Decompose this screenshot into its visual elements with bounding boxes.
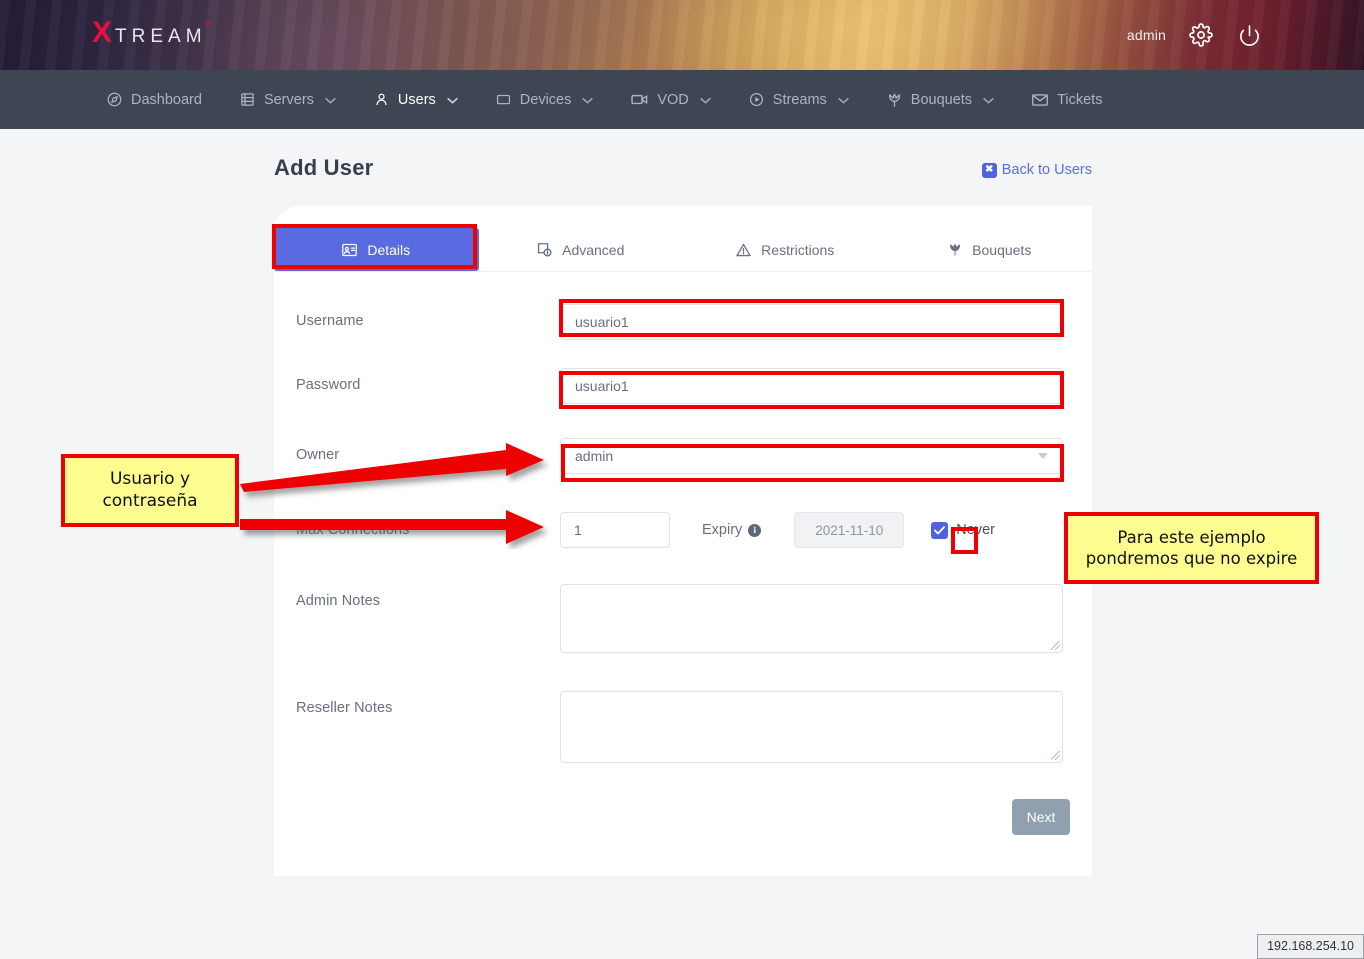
nav-label-bouquets: Bouquets <box>911 92 972 108</box>
page-body: Add User ✖ Back to Users <box>0 129 1364 959</box>
tab-label-bouquets: Bouquets <box>972 242 1031 258</box>
chevron-down-icon <box>838 97 849 104</box>
nav-item-tickets[interactable]: Tickets <box>1013 70 1121 129</box>
play-circle-icon <box>749 92 764 107</box>
expiry-date-input[interactable]: 2021-11-10 <box>794 512 904 548</box>
nav-label-vod: VOD <box>657 92 688 108</box>
logo-wordmark: TREAM <box>115 27 207 46</box>
form-row-admin-notes: Admin Notes <box>274 584 1092 653</box>
never-checkbox[interactable] <box>931 522 948 539</box>
tab-bouquets[interactable]: Bouquets <box>888 228 1093 271</box>
form-actions: Next <box>274 799 1092 835</box>
tab-label-advanced: Advanced <box>562 242 624 258</box>
add-user-form: Username usuario1 Password usuario1 Owne… <box>274 272 1092 835</box>
compass-icon <box>107 92 122 107</box>
annotation-expiry-note: Para este ejemplo pondremos que no expir… <box>1064 512 1319 584</box>
username-input[interactable]: usuario1 <box>560 304 1063 340</box>
tulip-icon <box>887 92 902 108</box>
chevron-down-icon <box>582 97 593 104</box>
warning-triangle-icon <box>736 243 751 257</box>
chevron-down-icon <box>447 97 458 104</box>
annotation-credentials-text: Usuario y contraseña <box>102 469 197 513</box>
max-connections-input[interactable]: 1 <box>560 512 670 548</box>
logo-superscript: ui <box>205 19 211 28</box>
back-to-users-link[interactable]: ✖ Back to Users <box>982 162 1092 181</box>
label-expiry: Expiry i <box>702 522 761 538</box>
nav-label-devices: Devices <box>520 92 572 108</box>
nav-item-vod[interactable]: VOD <box>612 70 729 129</box>
label-username: Username <box>296 304 560 329</box>
never-label: Never <box>956 522 995 538</box>
header-right-controls: admin <box>1127 0 1262 70</box>
tab-details[interactable]: Details <box>274 228 479 271</box>
nav-item-users[interactable]: Users <box>355 70 477 129</box>
expiry-text: Expiry <box>702 522 742 538</box>
arrow-to-password <box>238 507 568 549</box>
back-to-users-label: Back to Users <box>1002 162 1092 178</box>
power-icon[interactable] <box>1236 22 1262 48</box>
ip-address-tooltip: 192.168.254.10 <box>1257 934 1364 959</box>
app-logo[interactable]: X TREAM ui <box>92 18 211 48</box>
x-square-icon: ✖ <box>982 163 997 178</box>
form-row-username: Username usuario1 <box>274 304 1092 340</box>
tulip-icon <box>948 242 962 257</box>
logo-x-letter: X <box>92 18 112 48</box>
nav-label-dashboard: Dashboard <box>131 92 202 108</box>
admin-notes-textarea[interactable] <box>560 584 1063 653</box>
label-password: Password <box>296 368 560 393</box>
reseller-notes-textarea[interactable] <box>560 691 1063 763</box>
tab-restrictions[interactable]: Restrictions <box>683 228 888 271</box>
next-button[interactable]: Next <box>1012 799 1070 835</box>
nav-item-devices[interactable]: Devices <box>477 70 613 129</box>
main-navigation-bar: Dashboard Servers Users Devices <box>0 70 1364 129</box>
chevron-down-icon <box>983 97 994 104</box>
nav-label-streams: Streams <box>773 92 827 108</box>
video-camera-icon <box>631 92 648 107</box>
page-header: Add User ✖ Back to Users <box>234 129 1132 181</box>
annotation-expiry-text: Para este ejemplo pondremos que no expir… <box>1086 527 1297 569</box>
chevron-down-icon <box>325 97 336 104</box>
device-icon <box>496 92 511 107</box>
tab-label-details: Details <box>367 242 410 258</box>
current-user-label: admin <box>1127 27 1166 43</box>
tab-advanced[interactable]: Advanced <box>479 228 684 271</box>
tab-label-restrictions: Restrictions <box>761 242 834 258</box>
nav-item-dashboard[interactable]: Dashboard <box>88 70 221 129</box>
tab-bar: Details Advanced <box>274 206 1092 272</box>
content-container: Add User ✖ Back to Users <box>234 129 1132 876</box>
nav-label-users: Users <box>398 92 436 108</box>
user-icon <box>374 92 389 107</box>
nav-item-bouquets[interactable]: Bouquets <box>868 70 1013 129</box>
arrow-to-username <box>238 442 568 502</box>
annotation-credentials-note: Usuario y contraseña <box>61 454 239 527</box>
server-list-icon <box>240 92 255 107</box>
owner-selected-value: admin <box>575 448 613 464</box>
label-admin-notes: Admin Notes <box>296 584 560 609</box>
info-icon[interactable]: i <box>748 524 761 537</box>
never-expire-control[interactable]: Never <box>931 522 995 539</box>
id-card-icon <box>342 243 357 257</box>
form-row-password: Password usuario1 <box>274 368 1092 404</box>
envelope-icon <box>1032 93 1048 107</box>
page-title: Add User <box>274 155 373 181</box>
label-reseller-notes: Reseller Notes <box>296 691 560 716</box>
gear-icon[interactable] <box>1188 22 1214 48</box>
nav-label-servers: Servers <box>264 92 314 108</box>
nav-item-servers[interactable]: Servers <box>221 70 355 129</box>
clipboard-info-icon <box>537 242 552 257</box>
chevron-down-icon <box>1038 453 1048 459</box>
top-header-bar: X TREAM ui admin <box>0 0 1364 70</box>
owner-select[interactable]: admin <box>560 438 1063 474</box>
chevron-down-icon <box>700 97 711 104</box>
nav-label-tickets: Tickets <box>1057 92 1102 108</box>
nav-item-streams[interactable]: Streams <box>730 70 868 129</box>
password-input[interactable]: usuario1 <box>560 368 1063 404</box>
form-row-reseller-notes: Reseller Notes <box>274 691 1092 763</box>
